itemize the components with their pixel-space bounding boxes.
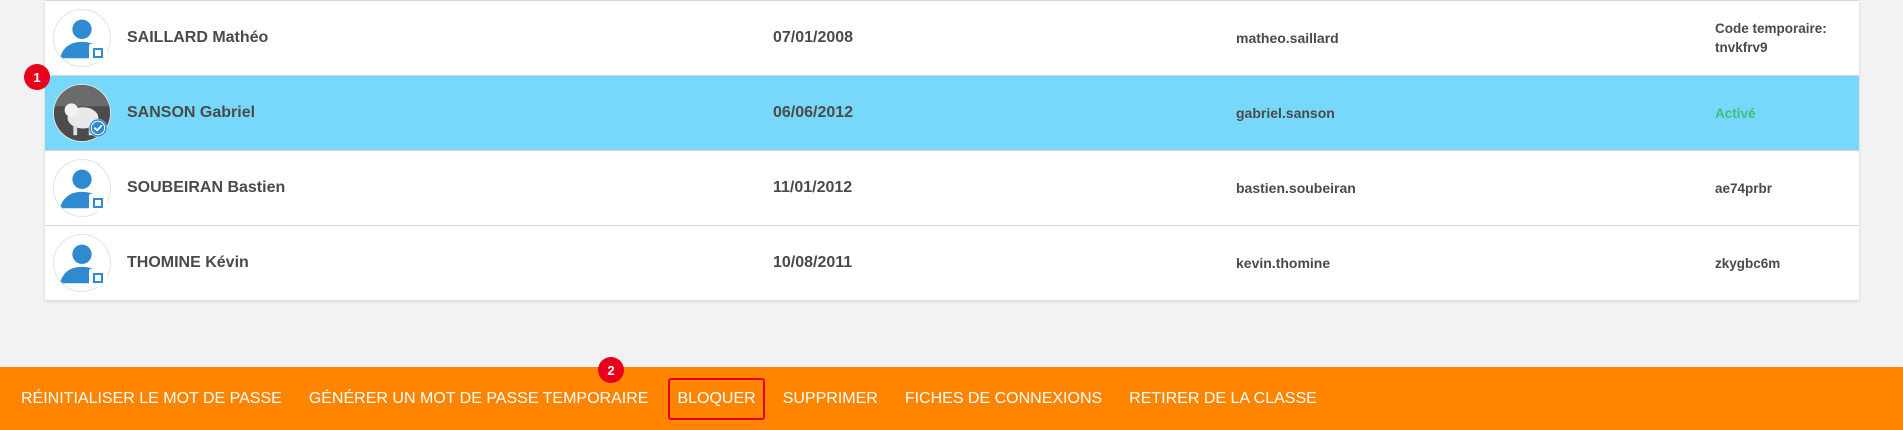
code-label: Code temporaire: bbox=[1715, 21, 1827, 36]
select-checkbox[interactable] bbox=[89, 194, 107, 212]
table-row[interactable]: SAILLARD Mathéo 07/01/2008 matheo.sailla… bbox=[45, 0, 1859, 75]
code-value: tnvkfrv9 bbox=[1715, 40, 1768, 55]
student-code: zkygbc6m bbox=[1715, 255, 1781, 271]
connection-sheets-button[interactable]: FICHES DE CONNEXIONS bbox=[905, 390, 1102, 408]
student-login: matheo.saillard bbox=[1236, 30, 1339, 46]
student-name: SOUBEIRAN Bastien bbox=[127, 179, 286, 196]
student-birthdate: 10/08/2011 bbox=[773, 254, 853, 271]
action-toolbar: RÉINITIALISER LE MOT DE PASSE GÉNÉRER UN… bbox=[0, 367, 1903, 430]
table-row[interactable]: THOMINE Kévin 10/08/2011 kevin.thomine z… bbox=[45, 225, 1859, 300]
student-login: bastien.soubeiran bbox=[1236, 180, 1356, 196]
student-birthdate: 11/01/2012 bbox=[773, 179, 853, 196]
delete-button[interactable]: SUPPRIMER bbox=[783, 390, 878, 408]
annotation-marker-1: 1 bbox=[24, 64, 50, 90]
student-code: Code temporaire: tnvkfrv9 bbox=[1715, 19, 1827, 57]
student-name: SAILLARD Mathéo bbox=[127, 29, 269, 46]
student-code: ae74prbr bbox=[1715, 180, 1773, 196]
students-table: SAILLARD Mathéo 07/01/2008 matheo.sailla… bbox=[45, 0, 1859, 300]
student-name: THOMINE Kévin bbox=[127, 254, 249, 271]
generate-temp-password-button[interactable]: GÉNÉRER UN MOT DE PASSE TEMPORAIRE bbox=[309, 390, 649, 408]
select-checkbox[interactable] bbox=[89, 269, 107, 287]
reset-password-button[interactable]: RÉINITIALISER LE MOT DE PASSE bbox=[21, 390, 282, 408]
student-login: gabriel.sanson bbox=[1236, 105, 1335, 121]
annotation-marker-2: 2 bbox=[598, 357, 624, 383]
remove-from-class-button[interactable]: RETIRER DE LA CLASSE bbox=[1129, 390, 1317, 408]
selected-check-icon[interactable] bbox=[89, 119, 107, 137]
student-birthdate: 06/06/2012 bbox=[773, 104, 854, 121]
student-birthdate: 07/01/2008 bbox=[773, 29, 854, 46]
table-row[interactable]: SOUBEIRAN Bastien 11/01/2012 bastien.sou… bbox=[45, 150, 1859, 225]
student-login: kevin.thomine bbox=[1236, 255, 1331, 271]
table-row-selected[interactable]: SANSON Gabriel 06/06/2012 gabriel.sanson… bbox=[45, 75, 1859, 150]
student-name: SANSON Gabriel bbox=[127, 104, 256, 121]
block-button[interactable]: BLOQUER bbox=[668, 377, 765, 420]
student-status: Activé bbox=[1715, 105, 1756, 121]
select-checkbox[interactable] bbox=[89, 44, 107, 62]
